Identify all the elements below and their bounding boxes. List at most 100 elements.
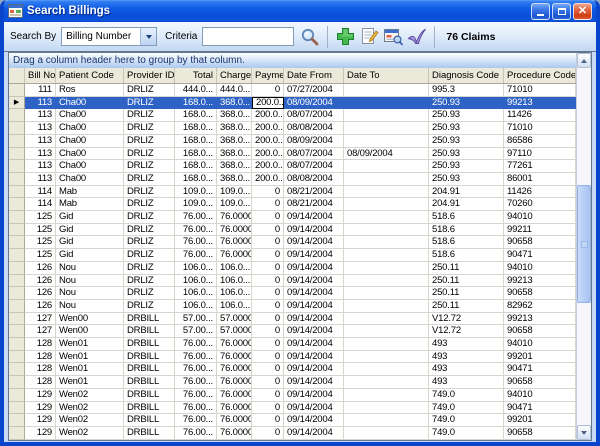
cell[interactable] <box>344 389 429 402</box>
cell[interactable]: DRBILL <box>124 402 175 415</box>
column-header[interactable]: Patient Code <box>56 68 124 83</box>
cell[interactable]: Cha00 <box>56 97 124 110</box>
cell[interactable]: 11426 <box>504 186 576 199</box>
table-row[interactable]: 129Wen02DRBILL76.00...76.0000009/14/2004… <box>9 414 576 427</box>
cell[interactable]: 114 <box>25 186 56 199</box>
cell[interactable]: Cha00 <box>56 109 124 122</box>
cell[interactable]: 90658 <box>504 287 576 300</box>
cell[interactable]: 57.00... <box>175 325 217 338</box>
cell[interactable]: 106.0... <box>217 275 252 288</box>
cell[interactable]: 99201 <box>504 414 576 427</box>
cell[interactable]: 518.6 <box>429 236 504 249</box>
cell[interactable]: 76.0000 <box>217 363 252 376</box>
cell[interactable]: 76.0000 <box>217 376 252 389</box>
maximize-button[interactable] <box>552 3 571 20</box>
cell[interactable]: 493 <box>429 338 504 351</box>
cell[interactable]: 168.0... <box>175 160 217 173</box>
cell[interactable]: V12.72 <box>429 325 504 338</box>
cell[interactable]: Gid <box>56 236 124 249</box>
cell[interactable] <box>344 249 429 262</box>
cell[interactable]: DRLIZ <box>124 262 175 275</box>
cell[interactable]: DRLIZ <box>124 109 175 122</box>
cell[interactable]: Wen02 <box>56 402 124 415</box>
cell[interactable]: 749.0 <box>429 414 504 427</box>
cell[interactable]: 09/14/2004 <box>284 262 344 275</box>
cell[interactable]: 106.0... <box>217 262 252 275</box>
scrollbar-thumb[interactable] <box>577 185 591 303</box>
cell[interactable] <box>344 300 429 313</box>
send-claim-button[interactable] <box>405 25 429 49</box>
cell[interactable]: DRLIZ <box>124 275 175 288</box>
cell[interactable]: 250.93 <box>429 148 504 161</box>
cell[interactable] <box>344 198 429 211</box>
cell[interactable]: 113 <box>25 109 56 122</box>
cell[interactable]: 127 <box>25 313 56 326</box>
cell[interactable]: 0 <box>252 249 284 262</box>
cell[interactable]: 168.0... <box>175 97 217 110</box>
cell[interactable]: 0 <box>252 402 284 415</box>
cell[interactable]: 76.0000 <box>217 236 252 249</box>
cell[interactable]: 82962 <box>504 300 576 313</box>
cell[interactable]: 368.0... <box>217 173 252 186</box>
cell[interactable] <box>344 84 429 97</box>
cell[interactable]: 444.0... <box>217 84 252 97</box>
cell[interactable]: 76.00... <box>175 389 217 402</box>
cell[interactable]: 08/07/2004 <box>284 148 344 161</box>
cell[interactable]: 0 <box>252 287 284 300</box>
cell[interactable]: 08/07/2004 <box>284 160 344 173</box>
cell[interactable]: DRLIZ <box>124 287 175 300</box>
cell[interactable]: DRLIZ <box>124 84 175 97</box>
cell[interactable]: 749.0 <box>429 389 504 402</box>
cell[interactable]: DRLIZ <box>124 148 175 161</box>
cell[interactable]: DRLIZ <box>124 211 175 224</box>
cell[interactable] <box>344 122 429 135</box>
cell[interactable]: 168.0... <box>175 135 217 148</box>
cell[interactable]: 76.0000 <box>217 389 252 402</box>
cell[interactable]: 125 <box>25 211 56 224</box>
cell[interactable] <box>344 109 429 122</box>
cell[interactable] <box>344 402 429 415</box>
cell[interactable]: 200.0... <box>252 148 284 161</box>
cell[interactable]: 368.0... <box>217 109 252 122</box>
table-row[interactable]: 126NouDRLIZ106.0...106.0...009/14/200425… <box>9 275 576 288</box>
cell[interactable]: 129 <box>25 414 56 427</box>
table-row[interactable]: 128Wen01DRBILL76.00...76.0000009/14/2004… <box>9 351 576 364</box>
scroll-down-button[interactable] <box>577 425 591 440</box>
cell[interactable]: 106.0... <box>175 275 217 288</box>
cell[interactable]: 94010 <box>504 338 576 351</box>
table-row[interactable]: 126NouDRLIZ106.0...106.0...009/14/200425… <box>9 300 576 313</box>
cell[interactable]: 0 <box>252 313 284 326</box>
cell[interactable]: 09/14/2004 <box>284 224 344 237</box>
table-row[interactable]: 128Wen01DRBILL76.00...76.0000009/14/2004… <box>9 363 576 376</box>
cell[interactable]: 0 <box>252 376 284 389</box>
table-row[interactable]: 128Wen01DRBILL76.00...76.0000009/14/2004… <box>9 376 576 389</box>
cell[interactable] <box>344 186 429 199</box>
cell[interactable]: 09/14/2004 <box>284 275 344 288</box>
cell[interactable]: 71010 <box>504 84 576 97</box>
cell[interactable]: 57.0000 <box>217 325 252 338</box>
cell[interactable]: 368.0... <box>217 97 252 110</box>
cell[interactable]: 90471 <box>504 249 576 262</box>
table-row[interactable]: 125GidDRLIZ76.00...76.0000009/14/2004518… <box>9 249 576 262</box>
cell[interactable]: DRLIZ <box>124 122 175 135</box>
cell[interactable]: 76.00... <box>175 402 217 415</box>
cell[interactable]: 08/08/2004 <box>284 122 344 135</box>
cell[interactable]: Wen01 <box>56 338 124 351</box>
cell[interactable]: 128 <box>25 376 56 389</box>
cell[interactable]: 76.00... <box>175 249 217 262</box>
cell[interactable]: 493 <box>429 363 504 376</box>
cell[interactable]: 113 <box>25 173 56 186</box>
table-row[interactable]: ▶113Cha00DRLIZ168.0...368.0...200.0...08… <box>9 97 576 110</box>
cell[interactable]: 109.0... <box>175 186 217 199</box>
cell[interactable]: 11426 <box>504 109 576 122</box>
table-row[interactable]: 114MabDRLIZ109.0...109.0...008/21/200420… <box>9 198 576 211</box>
cell[interactable]: DRLIZ <box>124 186 175 199</box>
cell[interactable]: DRBILL <box>124 376 175 389</box>
cell[interactable]: 76.0000 <box>217 338 252 351</box>
cell[interactable] <box>344 427 429 440</box>
scroll-up-button[interactable] <box>577 53 591 68</box>
cell[interactable]: Mab <box>56 198 124 211</box>
cell[interactable]: 76.00... <box>175 376 217 389</box>
cell[interactable]: 168.0... <box>175 173 217 186</box>
cell[interactable] <box>344 363 429 376</box>
